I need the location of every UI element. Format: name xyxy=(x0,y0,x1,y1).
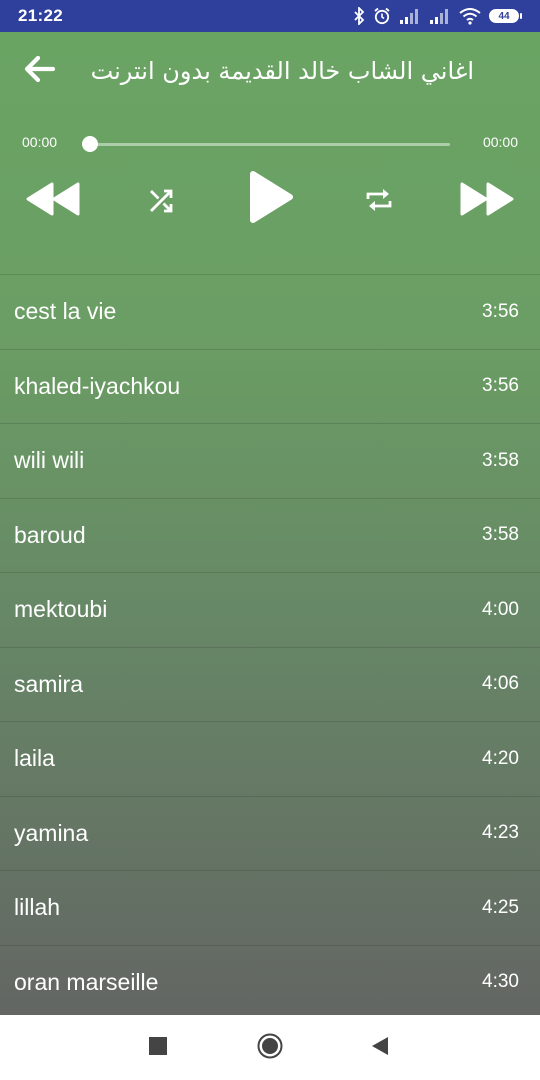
rewind-icon xyxy=(25,182,81,216)
song-title: baroud xyxy=(14,521,86,548)
song-duration: 4:00 xyxy=(482,598,519,620)
song-row[interactable]: cest la vie 3:56 xyxy=(0,275,540,350)
song-title: lillah xyxy=(14,894,61,921)
player-controls xyxy=(0,162,540,232)
song-row[interactable]: baroud 3:58 xyxy=(0,499,540,573)
player-screen: اغاني الشاب خالد القديمة بدون انترنت 00:… xyxy=(0,32,540,1015)
song-title: mektoubi xyxy=(14,596,108,623)
bluetooth-icon xyxy=(353,7,365,25)
repeat-icon xyxy=(364,186,394,214)
song-row[interactable]: oran marseille 4:30 xyxy=(0,946,540,1016)
song-duration: 4:30 xyxy=(482,971,519,993)
arrow-back-icon xyxy=(23,55,56,88)
toolbar: اغاني الشاب خالد القديمة بدون انترنت xyxy=(0,32,540,112)
status-icons: 44 xyxy=(353,7,522,25)
signal-icon xyxy=(399,8,421,24)
home-button[interactable] xyxy=(256,1033,284,1064)
shuffle-icon xyxy=(148,188,174,214)
page-title: اغاني الشاب خالد القديمة بدون انترنت xyxy=(90,57,474,85)
song-duration: 4:06 xyxy=(482,673,519,695)
song-row[interactable]: wili wili 3:58 xyxy=(0,424,540,499)
status-time: 21:22 xyxy=(18,6,63,25)
system-back-button[interactable] xyxy=(370,1036,390,1061)
repeat-button[interactable] xyxy=(362,184,396,216)
fast-forward-button[interactable] xyxy=(458,180,516,218)
alarm-icon xyxy=(373,7,391,25)
song-row[interactable]: laila 4:20 xyxy=(0,722,540,797)
battery-level: 44 xyxy=(489,9,519,23)
play-icon xyxy=(246,170,294,224)
song-title: samira xyxy=(14,670,84,697)
song-duration: 4:20 xyxy=(482,747,519,769)
navigation-bar xyxy=(0,1015,540,1080)
back-triangle-icon xyxy=(371,1036,389,1061)
seek-row: 00:00 00:00 xyxy=(0,132,540,156)
song-title: khaled-iyachkou xyxy=(14,372,181,399)
seek-thumb[interactable] xyxy=(82,136,98,152)
status-bar: 21:22 44 xyxy=(0,0,540,32)
song-duration: 4:23 xyxy=(482,822,519,844)
fast-forward-icon xyxy=(459,182,515,216)
song-title: wili wili xyxy=(14,447,85,474)
song-row[interactable]: yamina 4:23 xyxy=(0,797,540,871)
signal-icon xyxy=(429,8,451,24)
elapsed-time: 00:00 xyxy=(22,134,58,150)
song-duration: 3:58 xyxy=(482,449,519,471)
song-title: yamina xyxy=(14,819,89,846)
song-duration: 3:58 xyxy=(482,524,519,546)
recents-square-icon xyxy=(149,1036,167,1060)
song-row[interactable]: mektoubi 4:00 xyxy=(0,573,540,648)
recents-button[interactable] xyxy=(148,1036,168,1060)
song-row[interactable]: lillah 4:25 xyxy=(0,871,540,946)
play-button[interactable] xyxy=(244,168,296,226)
song-title: cest la vie xyxy=(14,298,117,325)
song-duration: 4:25 xyxy=(482,896,519,918)
song-duration: 3:56 xyxy=(482,300,519,322)
song-row[interactable]: samira 4:06 xyxy=(0,648,540,722)
song-list[interactable]: cest la vie 3:56 khaled-iyachkou 3:56 wili w… xyxy=(0,275,540,1015)
shuffle-button[interactable] xyxy=(146,186,176,216)
battery-icon: 44 xyxy=(489,9,522,23)
rewind-button[interactable] xyxy=(24,180,82,218)
song-title: laila xyxy=(14,745,55,772)
song-title: oran marseille xyxy=(14,968,159,995)
back-button[interactable] xyxy=(22,55,56,88)
song-duration: 3:56 xyxy=(482,375,519,397)
song-row[interactable]: khaled-iyachkou 3:56 xyxy=(0,350,540,424)
wifi-icon xyxy=(459,7,481,25)
total-time: 00:00 xyxy=(482,134,518,150)
seek-bar[interactable] xyxy=(82,136,450,152)
home-circle-icon xyxy=(257,1033,283,1064)
